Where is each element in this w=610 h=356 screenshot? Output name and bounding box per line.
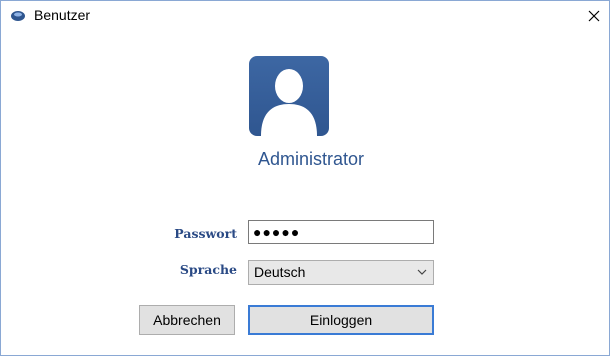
close-button[interactable] [579, 1, 609, 31]
password-input[interactable]: ●●●●● [248, 220, 434, 244]
window-title: Benutzer [34, 7, 91, 23]
login-dialog: Benutzer Administrator Passwort ●●●●● Sp… [0, 0, 610, 356]
user-silhouette-icon [261, 69, 317, 136]
language-select-value: Deutsch [254, 264, 306, 280]
app-icon [11, 11, 25, 21]
user-avatar [249, 56, 329, 136]
cancel-button[interactable]: Abbrechen [139, 305, 235, 335]
title-bar[interactable]: Benutzer [1, 1, 609, 31]
close-icon [588, 10, 600, 22]
password-label: Passwort [174, 226, 237, 241]
chevron-down-icon [417, 269, 427, 275]
language-select[interactable]: Deutsch [248, 260, 434, 285]
language-label: Sprache [179, 262, 237, 277]
user-name: Administrator [257, 149, 365, 169]
login-button[interactable]: Einloggen [248, 305, 434, 335]
